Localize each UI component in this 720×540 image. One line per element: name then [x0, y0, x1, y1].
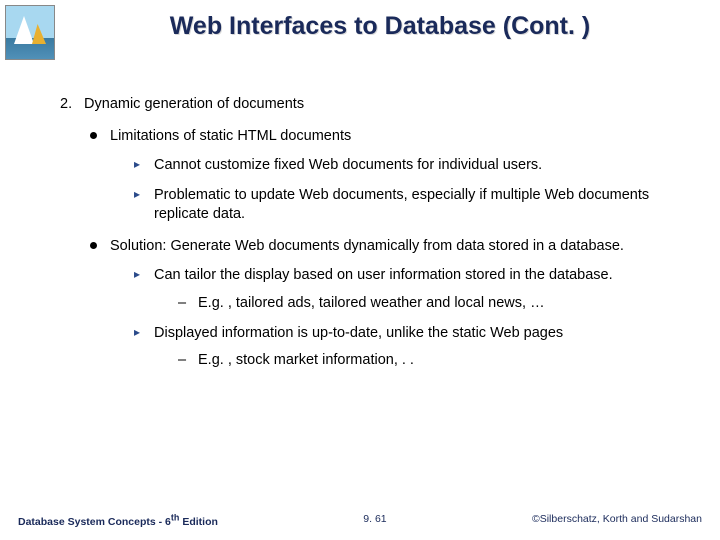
bullet-text: Problematic to update Web documents, esp… [154, 187, 649, 223]
slide-title: Web Interfaces to Database (Cont. ) [0, 12, 720, 41]
bullet-text: Solution: Generate Web documents dynamic… [110, 238, 624, 254]
list-item: 2. Dynamic generation of documents Limit… [60, 95, 685, 371]
list-text: Dynamic generation of documents [84, 96, 304, 112]
bullet-level1: Limitations of static HTML documents Can… [90, 127, 685, 225]
bullet-level2: Cannot customize fixed Web documents for… [134, 156, 685, 176]
bullet-text: E.g. , tailored ads, tailored weather an… [198, 295, 545, 311]
footer-edition: Edition [179, 516, 218, 528]
bullet-level2: Can tailor the display based on user inf… [134, 266, 685, 313]
footer-page: 9. 61 [363, 513, 386, 529]
bullet-text: Displayed information is up-to-date, unl… [154, 325, 563, 341]
slide-footer: Database System Concepts - 6th Edition 9… [18, 513, 702, 529]
bullet-text: Can tailor the display based on user inf… [154, 267, 613, 283]
bullet-level2: Problematic to update Web documents, esp… [134, 186, 685, 225]
bullet-text: Cannot customize fixed Web documents for… [154, 157, 542, 173]
slide-body: 2. Dynamic generation of documents Limit… [60, 95, 685, 383]
footer-book: Database System Concepts - 6 [18, 516, 171, 528]
list-number: 2. [60, 95, 80, 115]
footer-copyright: ©Silberschatz, Korth and Sudarshan [532, 513, 702, 529]
bullet-level3: E.g. , tailored ads, tailored weather an… [178, 294, 685, 314]
bullet-text: E.g. , stock market information, . . [198, 352, 414, 368]
bullet-level1: Solution: Generate Web documents dynamic… [90, 237, 685, 371]
bullet-text: Limitations of static HTML documents [110, 128, 351, 144]
bullet-level3: E.g. , stock market information, . . [178, 351, 685, 371]
footer-left: Database System Concepts - 6th Edition [18, 513, 218, 529]
bullet-level2: Displayed information is up-to-date, unl… [134, 324, 685, 371]
